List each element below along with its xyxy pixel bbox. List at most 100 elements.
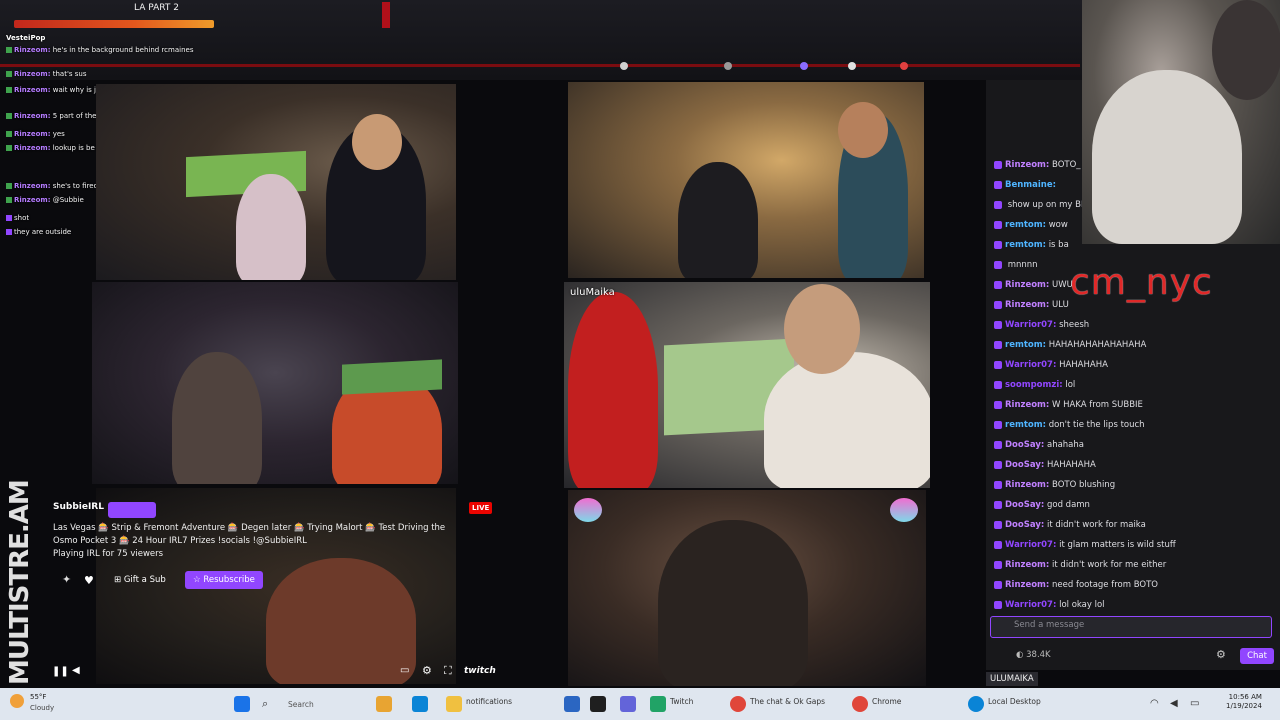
- chat-message: DooSay: god damn: [994, 500, 1090, 511]
- video-tile-middle-left[interactable]: [92, 282, 458, 484]
- overlay-chat-header: VesteiPop: [6, 34, 46, 42]
- chat-username[interactable]: DooSay:: [1005, 500, 1044, 510]
- live-badge: LIVE: [469, 502, 493, 514]
- weather-condition[interactable]: Cloudy: [30, 704, 54, 712]
- chat-text: need footage from BOTO: [1052, 580, 1158, 590]
- bits-icon[interactable]: ✦: [62, 573, 71, 586]
- heart-icon[interactable]: ♥: [84, 574, 94, 587]
- volume-icon[interactable]: ◀: [72, 665, 80, 676]
- person-shape: [236, 174, 306, 280]
- progress-bar: [14, 20, 214, 28]
- chat-username[interactable]: soompomzi:: [1005, 380, 1063, 390]
- chat-username[interactable]: Rinzeom:: [1005, 560, 1049, 570]
- gear-icon[interactable]: ⚙: [422, 664, 432, 677]
- video-tile-top-right[interactable]: [568, 82, 924, 278]
- points-icon: ◐: [1016, 650, 1027, 660]
- chat-badge-icon: [994, 200, 1002, 209]
- video-tile-middle-right[interactable]: [564, 282, 930, 488]
- chat-badge-icon: [994, 160, 1002, 169]
- chat-username[interactable]: Warrior07:: [1005, 540, 1056, 550]
- chat-send-button[interactable]: Chat: [1240, 648, 1274, 664]
- person-shape: [1092, 70, 1242, 244]
- twitch-logo[interactable]: twitch: [464, 666, 496, 676]
- chat-username[interactable]: Rinzeom:: [1005, 160, 1049, 170]
- battery-icon[interactable]: ▭: [1190, 696, 1206, 712]
- app-icon[interactable]: [968, 696, 984, 712]
- chat-text: show up on my BBB: [1007, 200, 1093, 210]
- dot-icon: [620, 62, 628, 70]
- terminal-icon[interactable]: [590, 696, 606, 712]
- star-icon: ☆: [193, 575, 204, 585]
- chat-text: lol okay lol: [1059, 600, 1105, 610]
- fullscreen-icon[interactable]: ⛶: [444, 664, 452, 678]
- chat-username[interactable]: DooSay:: [1005, 520, 1044, 530]
- taskbar: [0, 688, 1280, 720]
- taskbar-item[interactable]: Chrome: [872, 697, 901, 706]
- overlay-chat-line: Rinzeom: that's sus: [6, 70, 86, 79]
- chat-badge-icon: [994, 320, 1002, 329]
- chat-username[interactable]: Rinzeom:: [1005, 580, 1049, 590]
- chrome-icon[interactable]: [852, 696, 868, 712]
- widgets-icon[interactable]: [376, 696, 392, 712]
- edge-icon[interactable]: [412, 696, 428, 712]
- chat-username[interactable]: remtom:: [1005, 220, 1046, 230]
- gift-sub-button[interactable]: ⊞ Gift a Sub: [108, 572, 172, 588]
- resubscribe-button[interactable]: ☆ Resubscribe: [185, 571, 263, 589]
- chat-badge-icon: [994, 360, 1002, 369]
- chat-username[interactable]: Rinzeom:: [1005, 280, 1049, 290]
- start-icon[interactable]: [234, 696, 250, 712]
- taskbar-item[interactable]: Local Desktop: [988, 697, 1041, 706]
- pause-icon[interactable]: ❚❚: [52, 666, 69, 677]
- chat-username[interactable]: Warrior07:: [1005, 360, 1056, 370]
- taskbar-item[interactable]: Twitch: [670, 697, 693, 706]
- chat-username[interactable]: DooSay:: [1005, 460, 1044, 470]
- chat-settings-icon[interactable]: ⚙: [1216, 648, 1226, 661]
- chat-message: Rinzeom: W HAKA from SUBBIE: [994, 400, 1143, 411]
- watermark-text: MULTISTRE.AM: [5, 480, 35, 685]
- chat-username[interactable]: remtom:: [1005, 240, 1046, 250]
- search-icon[interactable]: ⌕: [262, 696, 278, 712]
- teams-icon[interactable]: [620, 696, 636, 712]
- folder-icon[interactable]: [446, 696, 462, 712]
- chat-badge-icon: [994, 480, 1002, 489]
- channel-points[interactable]: ◐ 38.4K: [1016, 650, 1051, 660]
- chat-username[interactable]: Benmaine:: [1005, 180, 1056, 190]
- heart-emote-icon: [890, 498, 918, 522]
- chrome-icon[interactable]: [730, 696, 746, 712]
- chat-badge-icon: [994, 440, 1002, 449]
- chat-message: Rinzeom: it didn't work for me either: [994, 560, 1166, 571]
- chat-text: lol: [1065, 380, 1076, 390]
- chat-username[interactable]: DooSay:: [1005, 440, 1044, 450]
- chat-badge-icon: [994, 580, 1002, 589]
- taskbar-search[interactable]: Search: [288, 700, 314, 709]
- wifi-icon[interactable]: ◠: [1150, 696, 1166, 712]
- chat-message: Rinzeom: need footage from BOTO: [994, 580, 1158, 591]
- chat-username[interactable]: Warrior07:: [1005, 320, 1056, 330]
- chat-message: Rinzeom: UWU: [994, 280, 1073, 291]
- outlook-icon[interactable]: [564, 696, 580, 712]
- streamer-name[interactable]: SubbieIRL: [53, 502, 104, 512]
- taskbar-item[interactable]: The chat & Ok Gaps: [750, 697, 825, 706]
- clip-icon[interactable]: ▭: [400, 665, 409, 676]
- weather-temp[interactable]: 55°F: [30, 693, 46, 701]
- spotify-icon[interactable]: [650, 696, 666, 712]
- chat-username[interactable]: remtom:: [1005, 340, 1046, 350]
- chat-username[interactable]: Rinzeom:: [1005, 480, 1049, 490]
- chat-text: don't tie the lips touch: [1048, 420, 1145, 430]
- webcam-name-overlay: cm_nyc: [1070, 262, 1213, 303]
- chat-message: mnnnn: [994, 260, 1038, 271]
- video-tile-bottom-right[interactable]: [568, 490, 926, 686]
- taskbar-item[interactable]: notifications: [466, 697, 512, 706]
- taskbar-clock[interactable]: 10:56 AM 1/19/2024: [1226, 693, 1262, 711]
- heart-emote-icon: [574, 498, 602, 522]
- chat-username[interactable]: Rinzeom:: [1005, 400, 1049, 410]
- chat-message: Warrior07: it glam matters is wild stuff: [994, 540, 1176, 551]
- speaker-icon[interactable]: ◀: [1170, 696, 1186, 712]
- video-tile-top-left[interactable]: [96, 84, 456, 280]
- chat-badge-icon: [994, 520, 1002, 529]
- chat-username[interactable]: Warrior07:: [1005, 600, 1056, 610]
- weather-icon[interactable]: [10, 694, 24, 708]
- chat-username[interactable]: Rinzeom:: [1005, 300, 1049, 310]
- chat-username[interactable]: remtom:: [1005, 420, 1046, 430]
- stream-viewers: Playing IRL for 75 viewers: [53, 549, 164, 559]
